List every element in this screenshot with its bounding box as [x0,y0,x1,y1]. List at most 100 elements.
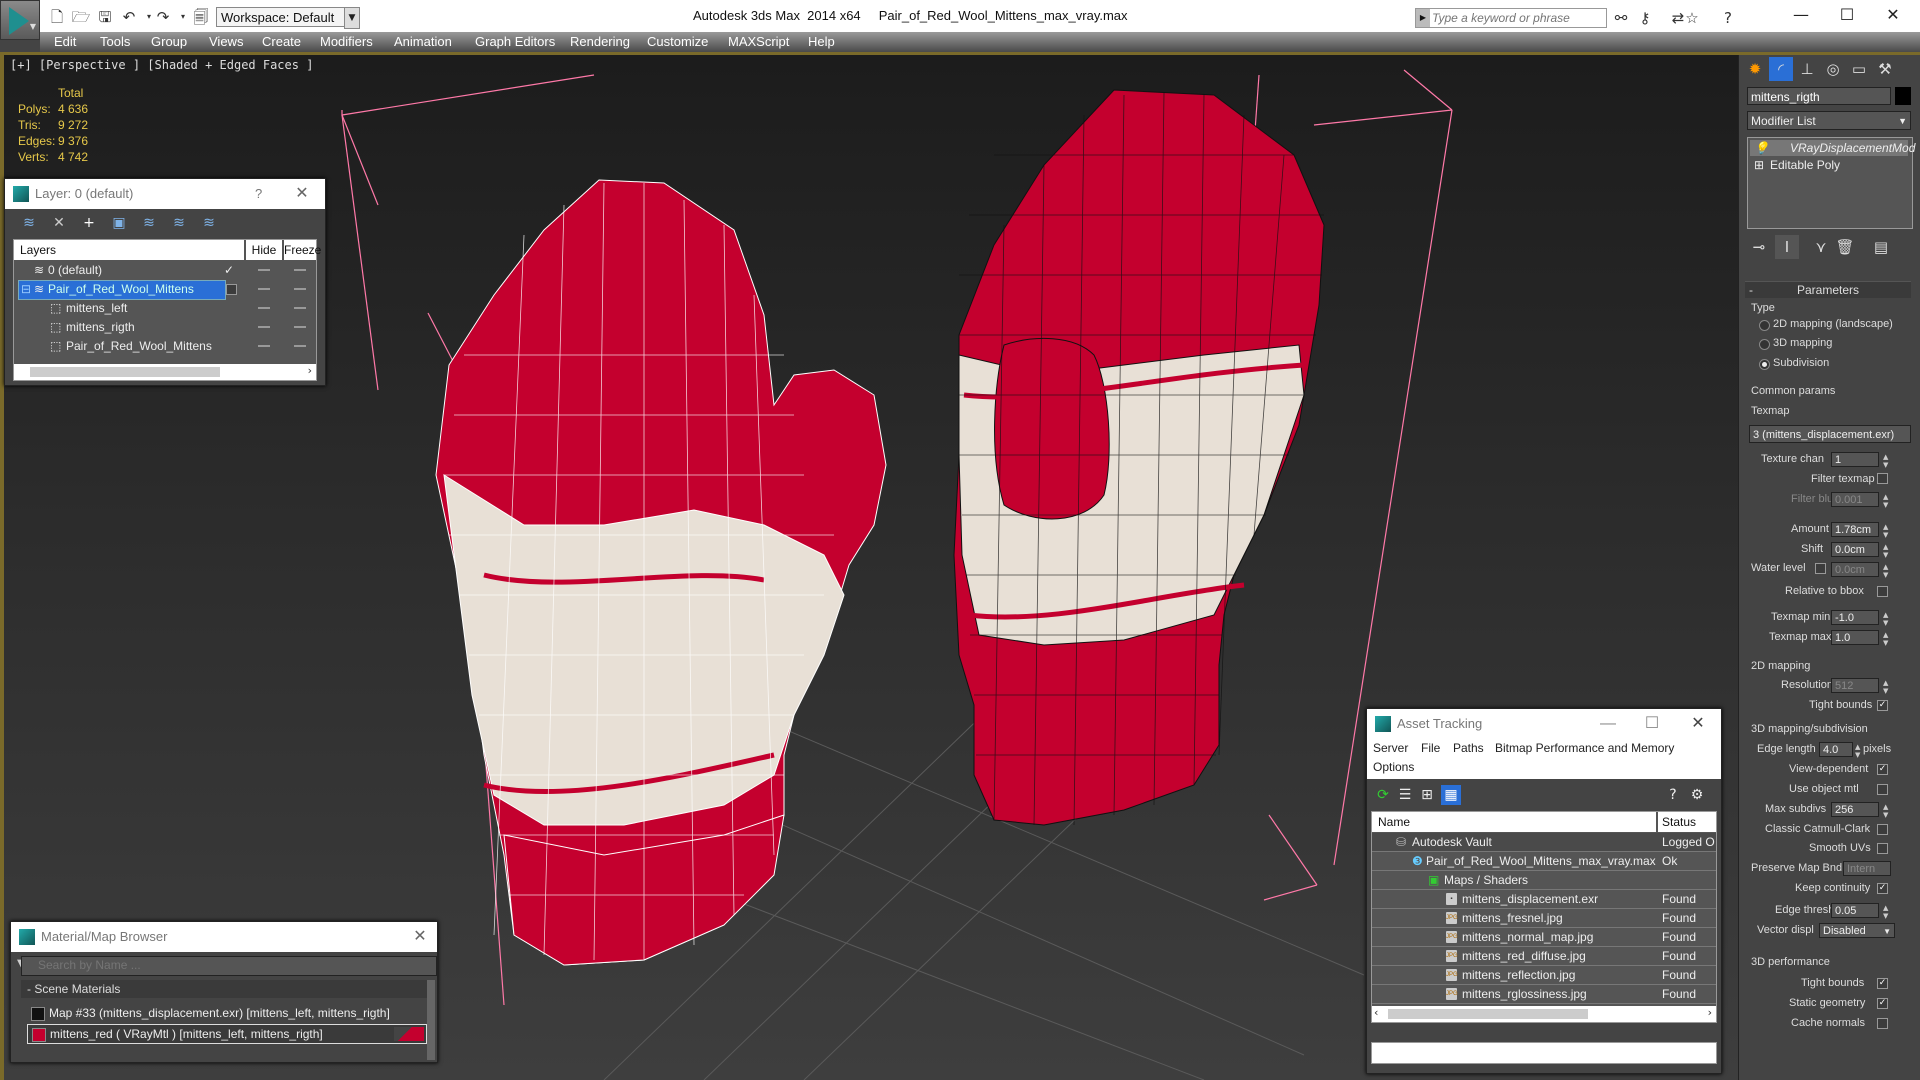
column-header-name[interactable]: Name [1372,812,1656,832]
radio-3d-mapping[interactable] [1759,339,1770,350]
column-header-freeze[interactable]: Freeze [284,240,321,260]
close-icon[interactable]: ✕ [1683,709,1713,739]
list-view-icon[interactable]: ☰ [1395,785,1415,805]
max-subdivs-input[interactable]: 256 [1831,802,1879,817]
settings-icon[interactable]: ⚙ [1687,785,1707,805]
spinner-icon[interactable]: ▲ ▼ [1883,679,1888,695]
asset-row[interactable]: ❸ Pair_of_Red_Wool_Mittens_max_vray.max … [1372,852,1716,871]
horizontal-scrollbar[interactable]: › [14,364,316,380]
tight-bounds-2d-checkbox[interactable]: ✓ [1877,700,1888,711]
right-mitten-mesh[interactable] [953,89,1325,826]
hide-toggle[interactable] [258,345,270,347]
classic-catmull-clark-checkbox[interactable] [1877,824,1888,835]
column-header-hide[interactable]: Hide [246,240,282,260]
key-icon[interactable]: ⚷ [1635,8,1655,28]
menu-file[interactable]: File [1421,741,1440,755]
make-unique-icon[interactable]: ⋎ [1809,235,1833,259]
preserve-map-bnd-dropdown[interactable]: Intern [1843,861,1891,876]
use-object-mtl-checkbox[interactable] [1877,784,1888,795]
hide-toggle[interactable] [258,307,270,309]
amount-input[interactable]: 1.78cm [1831,522,1879,537]
water-level-checkbox[interactable] [1815,563,1826,574]
help-button[interactable]: ? [255,186,262,201]
freeze-toggle[interactable] [294,326,306,328]
keyword-search-input[interactable] [1432,10,1602,26]
create-tab-icon[interactable]: ✹ [1743,57,1767,81]
freeze-toggle[interactable] [294,288,306,290]
hide-toggle[interactable] [258,326,270,328]
layer-row[interactable]: ≋ 0 (default) ✓ [14,261,316,280]
close-button[interactable]: ✕ [1872,2,1914,28]
keep-continuity-checkbox[interactable]: ✓ [1877,883,1888,894]
modifier-stack-item-active[interactable]: 💡 VRayDisplacementMod [1750,140,1915,156]
expand-icon[interactable]: ⊞ [1754,157,1764,173]
vertical-scrollbar[interactable] [427,980,435,1060]
asset-path-field[interactable] [1371,1042,1717,1064]
menu-create[interactable]: Create [262,34,301,49]
shift-input[interactable]: 0.0cm [1831,542,1879,557]
asset-row[interactable]: JPG mittens_reflection.jpg Found [1372,966,1716,985]
binoculars-icon[interactable]: ⚯ [1611,8,1631,28]
layer-object-row[interactable]: ⬚ mittens_left [14,299,316,318]
motion-tab-icon[interactable]: ◎ [1821,57,1845,81]
search-by-name-input[interactable] [38,958,418,972]
spinner-icon[interactable]: ▲ ▼ [1883,803,1888,819]
expand-search-icon[interactable]: ▶ [1416,9,1430,27]
texture-chan-input[interactable]: 1 [1831,452,1879,467]
menu-server[interactable]: Server [1373,741,1408,755]
new-file-icon[interactable]: 🗋 [46,6,68,28]
layer-row-selected[interactable]: ⊟ ≋ Pair_of_Red_Wool_Mittens [14,280,316,300]
modify-tab-icon[interactable]: ◜ [1769,57,1793,81]
menu-customize[interactable]: Customize [647,34,708,49]
menu-animation[interactable]: Animation [394,34,452,49]
menu-graph-editors[interactable]: Graph Editors [475,34,555,49]
undo-icon[interactable]: ↶ [118,6,140,28]
hide-toggle[interactable] [258,269,270,271]
material-list-item[interactable]: Map #33 (mittens_displacement.exr) [mitt… [27,1004,425,1022]
water-level-input[interactable]: 0.0cm [1831,562,1879,577]
scroll-right-icon[interactable]: › [308,364,312,377]
material-search-field[interactable] [21,956,437,976]
minimize-button[interactable]: — [1780,2,1822,28]
menu-paths[interactable]: Paths [1453,741,1484,755]
create-new-layer-icon[interactable]: ≋ [19,213,39,233]
freeze-toggle[interactable] [294,269,306,271]
viewport-label-menu[interactable]: [+] [Perspective ] [Shaded + Edged Faces… [10,58,313,72]
tight-bounds-3d-checkbox[interactable]: ✓ [1877,978,1888,989]
refresh-icon[interactable]: ⟳ [1373,785,1393,805]
object-color-swatch[interactable] [1895,87,1911,105]
infocenter-search[interactable]: ▶ [1415,8,1607,28]
filter-texmap-checkbox[interactable] [1877,473,1888,484]
hide-toggle[interactable] [258,288,270,290]
scroll-right-icon[interactable]: › [1708,1006,1712,1019]
help-icon[interactable]: ? [1663,785,1683,805]
project-folder-icon[interactable]: 🗐 [190,6,212,28]
horizontal-scrollbar[interactable]: ‹ › [1372,1006,1716,1022]
modifier-stack-item[interactable]: ⊞ Editable Poly [1750,157,1908,173]
open-folder-icon[interactable]: 🗁 [70,6,92,28]
table-view-icon[interactable]: ▦ [1441,785,1461,805]
freeze-toggle[interactable] [294,307,306,309]
asset-row[interactable]: ▪ mittens_displacement.exr Found [1372,890,1716,909]
spinner-icon[interactable]: ▲ ▼ [1855,743,1860,759]
menu-edit[interactable]: Edit [54,34,76,49]
edge-thresh-input[interactable]: 0.05 [1831,903,1879,918]
highlight-selected-layers-icon[interactable]: ≋ [139,213,159,233]
spinner-icon[interactable]: ▲ ▼ [1883,453,1888,469]
collapse-icon[interactable]: ⊟ [21,280,31,299]
minimize-icon[interactable]: — [1593,709,1623,739]
view-dependent-checkbox[interactable]: ✓ [1877,764,1888,775]
maximize-button[interactable]: ☐ [1826,2,1868,28]
menu-modifiers[interactable]: Modifiers [320,34,373,49]
material-list-item-selected[interactable]: mittens_red ( VRayMtl ) [mittens_left, m… [27,1024,427,1044]
column-header-status[interactable]: Status [1658,812,1716,832]
close-icon[interactable]: ✕ [405,922,435,952]
asset-row[interactable]: ⛁ Autodesk Vault Logged O [1372,833,1716,852]
asset-row[interactable]: ▣ Maps / Shaders [1372,871,1716,890]
spinner-icon[interactable]: ▲ ▼ [1883,611,1888,627]
maximize-icon[interactable]: ☐ [1637,709,1667,739]
layer-object-row[interactable]: ⬚ Pair_of_Red_Wool_Mittens [14,337,316,356]
column-header-layers[interactable]: Layers [14,240,244,260]
menu-maxscript[interactable]: MAXScript [728,34,789,49]
relative-to-bbox-checkbox[interactable] [1877,586,1888,597]
